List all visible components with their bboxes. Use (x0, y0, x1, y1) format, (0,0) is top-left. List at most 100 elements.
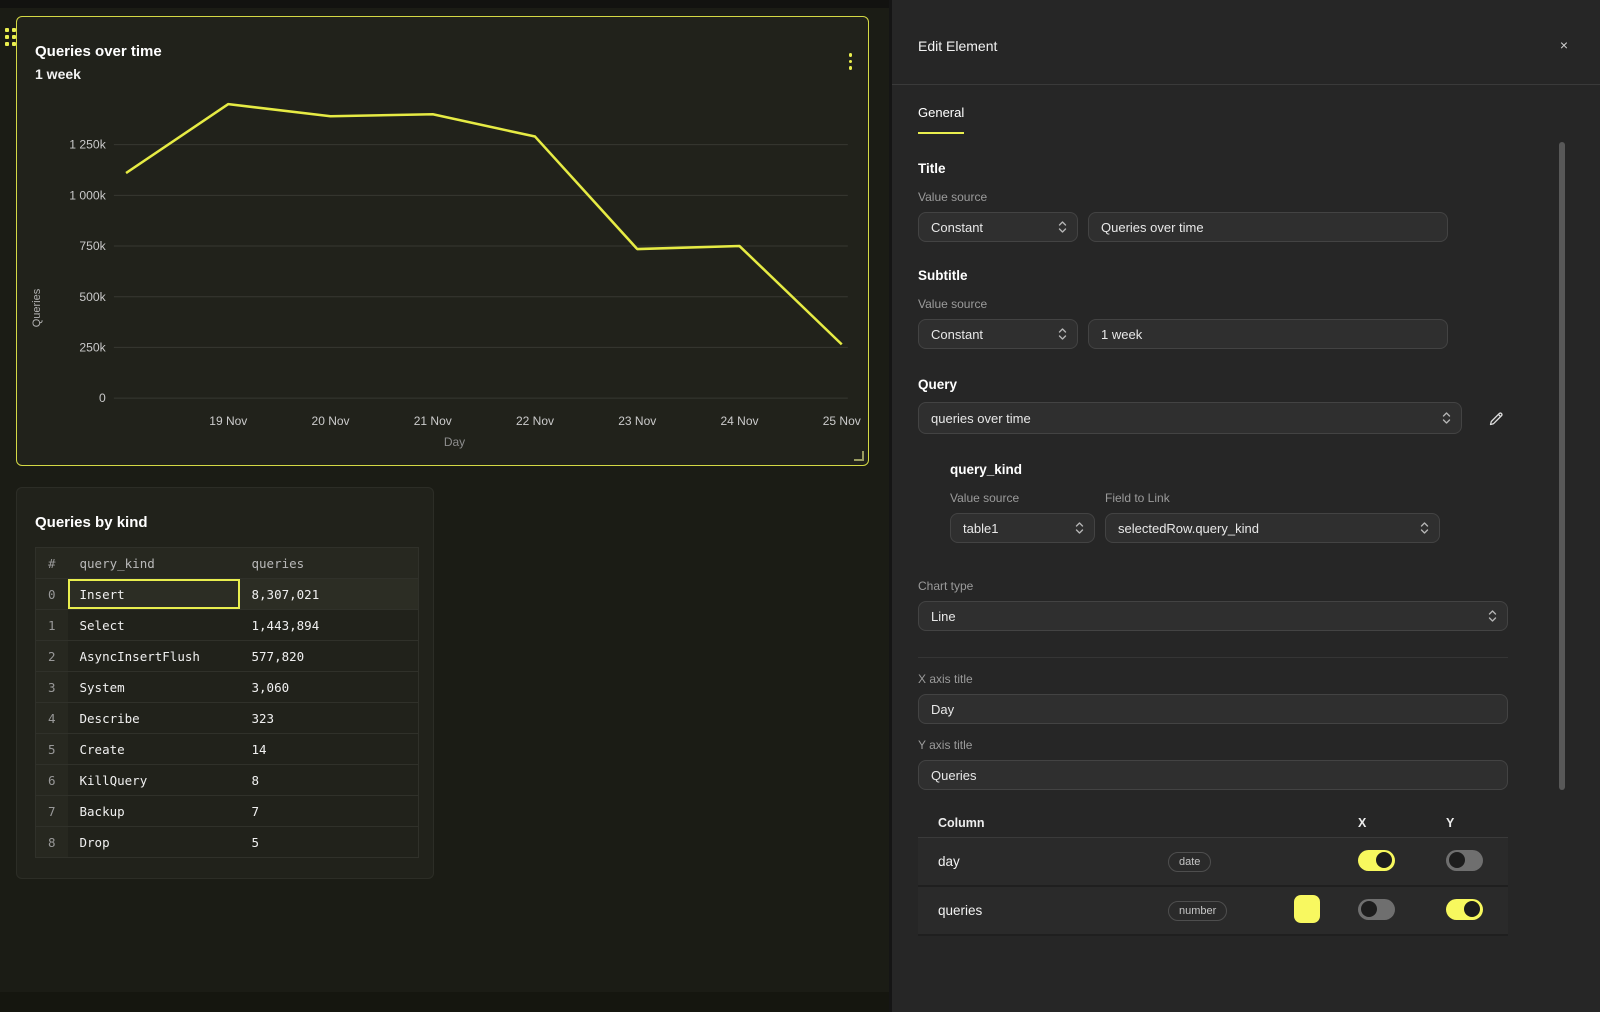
section-divider (918, 657, 1508, 658)
x-axis-tick: 23 Nov (618, 414, 656, 428)
columns-config-table: Column X Y daydatequeriesnumber (918, 808, 1508, 936)
y-toggle[interactable] (1446, 899, 1483, 920)
drag-handle-icon[interactable] (5, 28, 16, 46)
queries-cell[interactable]: 8 (240, 765, 419, 796)
type-badge: number (1168, 901, 1227, 921)
y-header-label: Y (1446, 816, 1508, 830)
table-row[interactable]: 1Select1,443,894 (36, 610, 419, 641)
value-source-label: Value source (918, 297, 1508, 311)
kebab-menu-icon[interactable] (849, 53, 853, 70)
query-kind-column-header: query_kind (68, 548, 240, 579)
toggle-knob (1464, 901, 1480, 917)
query-kind-cell[interactable]: Create (68, 734, 240, 765)
table-row[interactable]: 6KillQuery8 (36, 765, 419, 796)
column-config-row: queriesnumber (918, 887, 1508, 936)
x-toggle[interactable] (1358, 850, 1395, 871)
chart-title: Queries over time (35, 43, 850, 60)
table-panel[interactable]: Queries by kind # query_kind queries 0In… (16, 487, 434, 879)
queries-cell[interactable]: 577,820 (240, 641, 419, 672)
subtitle-source-select[interactable]: Constant (918, 319, 1078, 349)
row-index-cell: 2 (36, 641, 68, 672)
title-source-select[interactable]: Constant (918, 212, 1078, 242)
subtitle-section-heading: Subtitle (918, 268, 1508, 283)
query-kind-source-select[interactable]: table1 (950, 513, 1095, 543)
title-section-heading: Title (918, 161, 1508, 176)
chevron-updown-icon (1420, 521, 1429, 535)
row-index-cell: 1 (36, 610, 68, 641)
query-select-value: queries over time (931, 411, 1031, 426)
chart-panel[interactable]: Queries over time 1 week Queries 0250k50… (16, 16, 869, 466)
field-to-link-value: selectedRow.query_kind (1118, 521, 1259, 536)
y-toggle[interactable] (1446, 850, 1483, 871)
queries-cell[interactable]: 14 (240, 734, 419, 765)
queries-cell[interactable]: 323 (240, 703, 419, 734)
query-kind-cell[interactable]: System (68, 672, 240, 703)
y-axis-title-label: Y axis title (918, 738, 1508, 752)
table-header-row: # query_kind queries (36, 548, 419, 579)
table-row[interactable]: 8Drop5 (36, 827, 419, 858)
chart-subtitle: 1 week (35, 66, 850, 82)
chevron-updown-icon (1058, 327, 1067, 341)
table-row[interactable]: 5Create14 (36, 734, 419, 765)
title-value-input[interactable] (1088, 212, 1448, 242)
table-row[interactable]: 0Insert8,307,021 (36, 579, 419, 610)
row-index-cell: 5 (36, 734, 68, 765)
query-select[interactable]: queries over time (918, 402, 1462, 434)
y-axis-title: Queries (25, 96, 49, 449)
top-strip (0, 0, 889, 8)
x-axis-tick: 21 Nov (414, 414, 452, 428)
x-header-label: X (1358, 816, 1446, 830)
query-kind-cell[interactable]: Describe (68, 703, 240, 734)
dashboard-canvas: Queries over time 1 week Queries 0250k50… (0, 0, 889, 1012)
queries-cell[interactable]: 1,443,894 (240, 610, 419, 641)
chevron-updown-icon (1442, 411, 1451, 425)
query-section-heading: Query (918, 377, 1508, 392)
query-kind-cell[interactable]: KillQuery (68, 765, 240, 796)
table-row[interactable]: 2AsyncInsertFlush577,820 (36, 641, 419, 672)
x-axis-title-label: X axis title (918, 672, 1508, 686)
type-badge: date (1168, 852, 1211, 872)
field-to-link-label: Field to Link (1105, 491, 1440, 505)
resize-handle-icon[interactable] (854, 451, 864, 461)
queries-cell[interactable]: 7 (240, 796, 419, 827)
tab-general[interactable]: General (918, 105, 964, 134)
column-config-row: daydate (918, 838, 1508, 887)
columns-config-header: Column X Y (918, 808, 1508, 838)
chevron-updown-icon (1488, 609, 1497, 623)
queries-cell[interactable]: 5 (240, 827, 419, 858)
pencil-icon (1488, 410, 1505, 427)
value-source-label: Value source (918, 190, 1508, 204)
queries-cell[interactable]: 3,060 (240, 672, 419, 703)
toggle-knob (1361, 901, 1377, 917)
table-row[interactable]: 4Describe323 (36, 703, 419, 734)
toggle-knob (1449, 852, 1465, 868)
query-kind-cell[interactable]: Drop (68, 827, 240, 858)
query-kind-cell[interactable]: Backup (68, 796, 240, 827)
close-icon[interactable]: × (1560, 38, 1568, 52)
row-index-cell: 3 (36, 672, 68, 703)
x-axis-title: Day (49, 435, 860, 449)
x-axis-tick: 20 Nov (312, 414, 350, 428)
table-row[interactable]: 7Backup7 (36, 796, 419, 827)
x-axis-ticks: 19 Nov20 Nov21 Nov22 Nov23 Nov24 Nov25 N… (49, 414, 860, 432)
field-to-link-select[interactable]: selectedRow.query_kind (1105, 513, 1440, 543)
y-axis-title-input[interactable] (918, 760, 1508, 790)
subtitle-value-input[interactable] (1088, 319, 1448, 349)
edit-query-button[interactable] (1488, 410, 1505, 427)
svg-text:0: 0 (99, 391, 106, 405)
x-axis-tick: 22 Nov (516, 414, 554, 428)
scrollbar[interactable] (1559, 142, 1565, 790)
edit-element-panel: Edit Element × General Title Value sourc… (889, 0, 1600, 1012)
x-toggle[interactable] (1358, 899, 1395, 920)
table-row[interactable]: 3System3,060 (36, 672, 419, 703)
query-kind-cell[interactable]: Select (68, 610, 240, 641)
x-axis-tick: 19 Nov (209, 414, 247, 428)
query-kind-cell[interactable]: AsyncInsertFlush (68, 641, 240, 672)
query-kind-cell[interactable]: Insert (68, 579, 240, 610)
panel-title: Edit Element (918, 38, 997, 54)
queries-cell[interactable]: 8,307,021 (240, 579, 419, 610)
chart-type-select[interactable]: Line (918, 601, 1508, 631)
line-chart: 0250k500k750k1 000k1 250k 19 Nov20 Nov21… (49, 96, 860, 449)
x-axis-title-input[interactable] (918, 694, 1508, 724)
color-swatch-button[interactable] (1294, 895, 1320, 923)
